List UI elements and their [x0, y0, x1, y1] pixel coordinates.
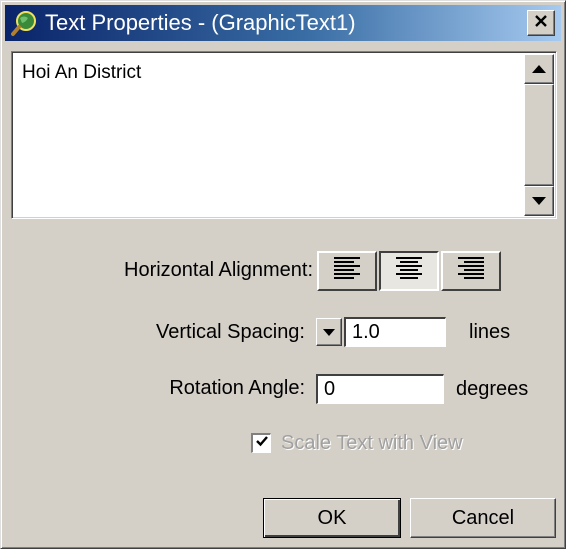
align-right-icon: [456, 256, 486, 287]
checkmark-icon: [255, 434, 269, 453]
align-left-icon: [332, 256, 362, 287]
scale-text-checkbox[interactable]: [251, 433, 271, 453]
close-button[interactable]: [527, 10, 555, 36]
rotation-angle-unit: degrees: [456, 378, 529, 400]
chevron-down-icon: [323, 323, 335, 341]
align-left-button[interactable]: [317, 251, 377, 291]
text-properties-dialog: Text Properties - (GraphicText1) Hoi An …: [0, 0, 566, 549]
vertical-spacing-label: Vertical Spacing:: [156, 321, 305, 343]
align-center-icon: [394, 256, 424, 287]
scale-text-label: Scale Text with View: [281, 432, 463, 454]
arrow-up-icon: [532, 60, 546, 78]
arrow-down-icon: [532, 192, 546, 210]
magnifier-globe-icon: [11, 9, 39, 37]
window-title: Text Properties - (GraphicText1): [45, 10, 356, 35]
horizontal-alignment-group: [317, 251, 503, 291]
vertical-scrollbar[interactable]: [524, 54, 554, 216]
vertical-spacing-unit: lines: [469, 321, 511, 343]
scroll-thumb[interactable]: [524, 84, 554, 186]
close-icon: [534, 14, 548, 33]
cancel-button[interactable]: Cancel: [410, 498, 556, 538]
horizontal-alignment-label: Horizontal Alignment:: [124, 259, 313, 281]
rotation-angle-input[interactable]: [316, 374, 444, 404]
ok-button[interactable]: OK: [263, 498, 401, 538]
text-content-area[interactable]: Hoi An District: [11, 51, 557, 219]
align-center-button[interactable]: [379, 251, 439, 291]
align-right-button[interactable]: [441, 251, 501, 291]
scroll-down-button[interactable]: [524, 186, 554, 216]
title-bar[interactable]: Text Properties - (GraphicText1): [5, 5, 561, 41]
rotation-angle-label: Rotation Angle:: [169, 377, 305, 399]
scroll-up-button[interactable]: [524, 54, 554, 84]
vertical-spacing-dropdown[interactable]: [316, 318, 342, 346]
text-content-value[interactable]: Hoi An District: [22, 62, 141, 84]
vertical-spacing-input[interactable]: [344, 317, 446, 347]
